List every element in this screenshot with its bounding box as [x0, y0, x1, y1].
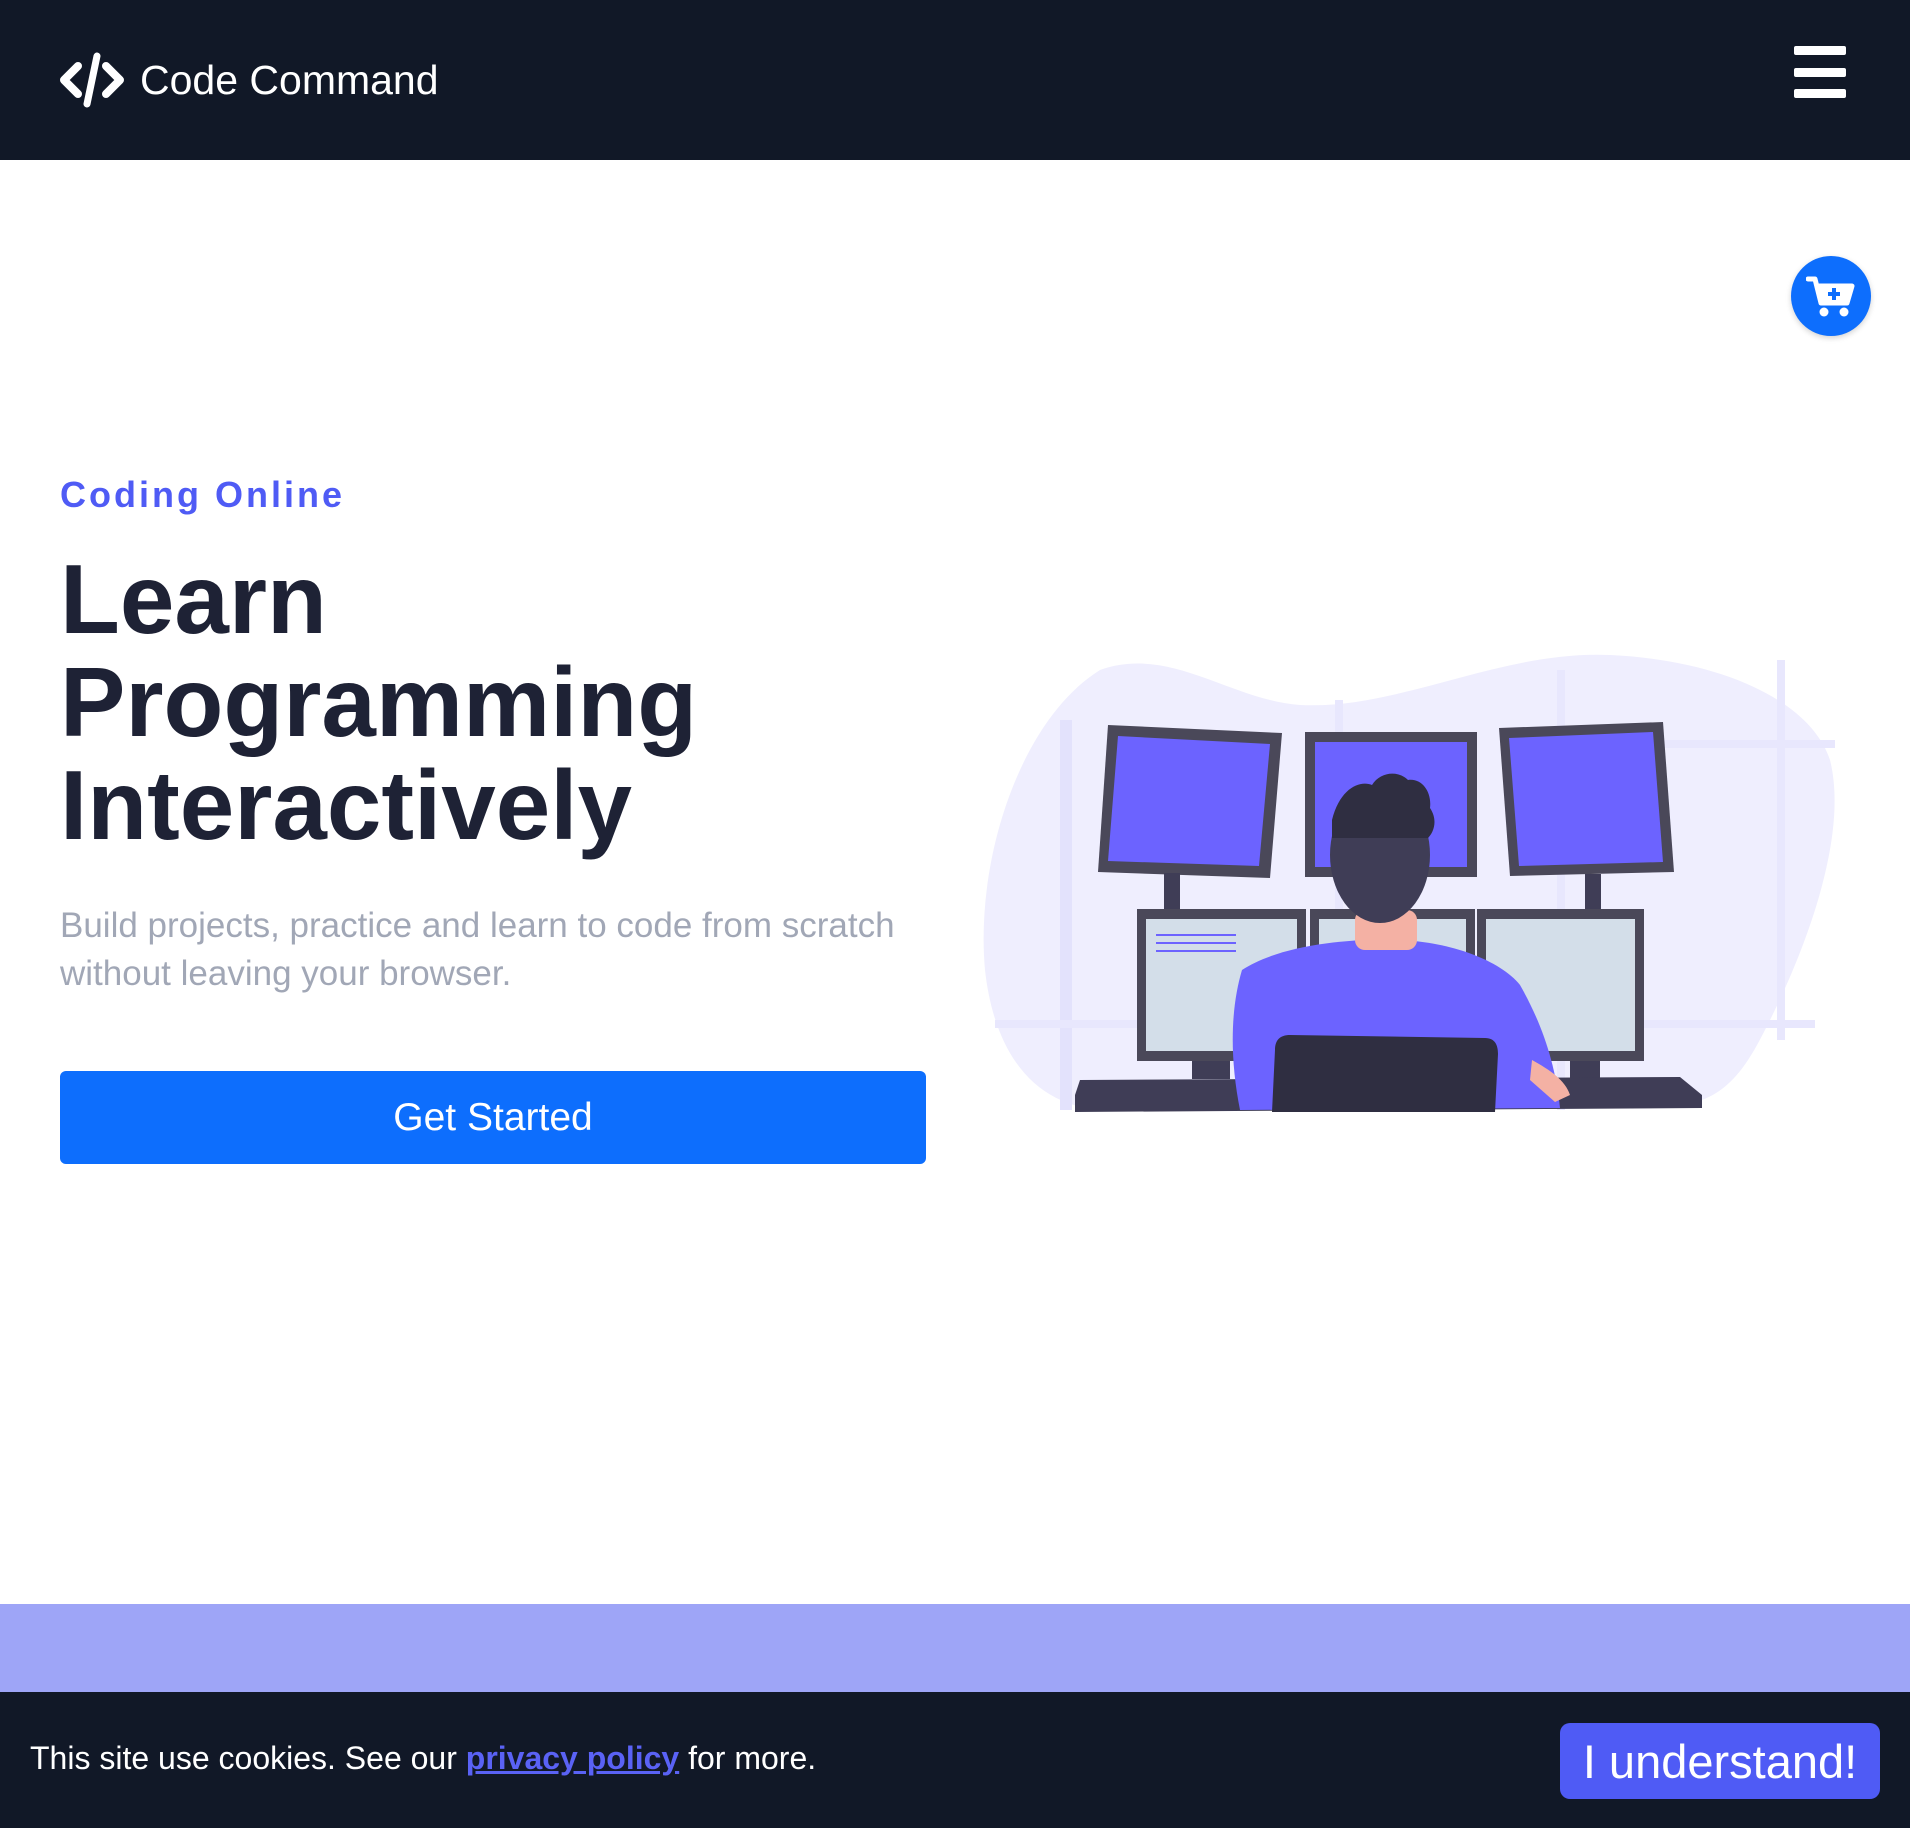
get-started-button[interactable]: Get Started	[60, 1071, 926, 1164]
cookie-text-after: for more.	[679, 1740, 817, 1776]
hero-title-line: Interactively	[60, 750, 632, 860]
hero-subtitle: Build projects, practice and learn to co…	[60, 906, 895, 993]
brand-name: Code Command	[140, 56, 439, 103]
navbar: Code Command	[0, 0, 1910, 160]
hamburger-bar	[1794, 89, 1846, 98]
cart-plus-icon	[1806, 276, 1855, 317]
privacy-policy-link[interactable]: privacy policy	[466, 1740, 679, 1776]
cookie-text-before: This site use cookies. See our	[30, 1740, 466, 1776]
hamburger-menu-icon[interactable]	[1794, 46, 1850, 98]
cookie-banner: This site use cookies. See our privacy p…	[0, 1692, 1910, 1828]
hamburger-bar	[1794, 67, 1846, 77]
hero-eyebrow: Coding Online	[60, 474, 345, 515]
brand-link[interactable]: Code Command	[60, 52, 439, 108]
hero-title: Learn Programming Interactively	[60, 548, 920, 857]
lavender-section-band	[0, 1604, 1910, 1694]
accept-cookies-button[interactable]: I understand!	[1560, 1723, 1880, 1799]
hero-title-line: Programming	[60, 647, 698, 757]
cart-button[interactable]	[1791, 256, 1871, 336]
hero-title-line: Learn	[60, 544, 327, 654]
hamburger-bar	[1794, 46, 1846, 55]
cookie-message: This site use cookies. See our privacy p…	[30, 1740, 816, 1777]
programmer-illustration	[983, 654, 1835, 1112]
page: Code Command Coding Online Learn Program…	[0, 0, 1910, 1828]
code-brackets-icon	[60, 52, 124, 108]
